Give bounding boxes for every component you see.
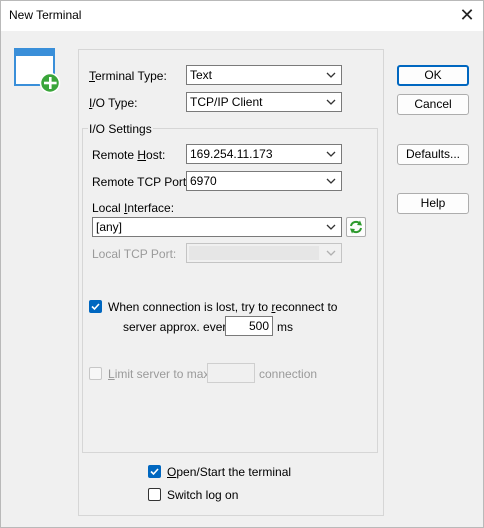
chevron-down-icon [325, 69, 337, 81]
refresh-button[interactable] [346, 217, 366, 237]
defaults-button[interactable]: Defaults... [397, 144, 469, 165]
reconnect-interval-label: server approx. every [123, 320, 233, 334]
local-port-value-area [189, 246, 319, 260]
refresh-icon [350, 220, 362, 234]
remote-host-label: Remote Host: [92, 148, 166, 162]
reconnect-interval-input[interactable]: 500 [225, 316, 273, 336]
open-start-checkbox[interactable] [148, 465, 161, 478]
chevron-down-icon [325, 175, 337, 187]
window-title: New Terminal [9, 8, 82, 22]
reconnect-unit: ms [277, 320, 293, 334]
ok-button[interactable]: OK [397, 65, 469, 86]
remote-port-value: 6970 [190, 174, 217, 188]
remote-port-combo[interactable]: 6970 [186, 171, 342, 191]
local-interface-value: [any] [96, 220, 123, 234]
limit-checkbox[interactable] [89, 367, 102, 380]
local-port-label: Local TCP Port: [92, 247, 177, 261]
reconnect-checkbox[interactable] [89, 300, 102, 313]
chevron-down-icon [325, 148, 337, 160]
switch-log-checkbox[interactable] [148, 488, 161, 501]
terminal-type-value: Text [190, 68, 213, 82]
reconnect-label: When connection is lost, try to reconnec… [108, 300, 338, 314]
checkmark-icon [150, 468, 159, 476]
remote-host-value: 169.254.11.173 [190, 147, 273, 161]
local-port-combo[interactable] [186, 243, 342, 263]
local-interface-label: Local Interface: [92, 201, 175, 215]
switch-log-label: Switch log on [167, 488, 239, 502]
terminal-type-label: Terminal Type: [89, 69, 167, 83]
remote-port-label: Remote TCP Port: [92, 175, 190, 189]
close-button[interactable]: ✕ [456, 4, 478, 26]
local-interface-dropdown[interactable]: [any] [92, 217, 342, 237]
open-start-label: Open/Start the terminal [167, 465, 292, 479]
io-type-label: I/O Type: [89, 96, 138, 110]
io-settings-caption: I/O Settings [88, 122, 153, 136]
close-icon: ✕ [459, 5, 475, 25]
help-button[interactable]: Help [397, 193, 469, 214]
chevron-down-icon [325, 247, 337, 259]
io-type-dropdown[interactable]: TCP/IP Client [186, 92, 342, 112]
limit-label: Limit server to max. [108, 367, 213, 381]
limit-input[interactable] [207, 363, 255, 383]
chevron-down-icon [325, 221, 337, 233]
remote-host-combo[interactable]: 169.254.11.173 [186, 144, 342, 164]
new-terminal-icon [12, 46, 62, 94]
limit-unit: connection [259, 367, 318, 381]
terminal-type-dropdown[interactable]: Text [186, 65, 342, 85]
cancel-button[interactable]: Cancel [397, 94, 469, 115]
checkmark-icon [91, 303, 100, 311]
io-type-value: TCP/IP Client [190, 95, 263, 109]
chevron-down-icon [325, 96, 337, 108]
